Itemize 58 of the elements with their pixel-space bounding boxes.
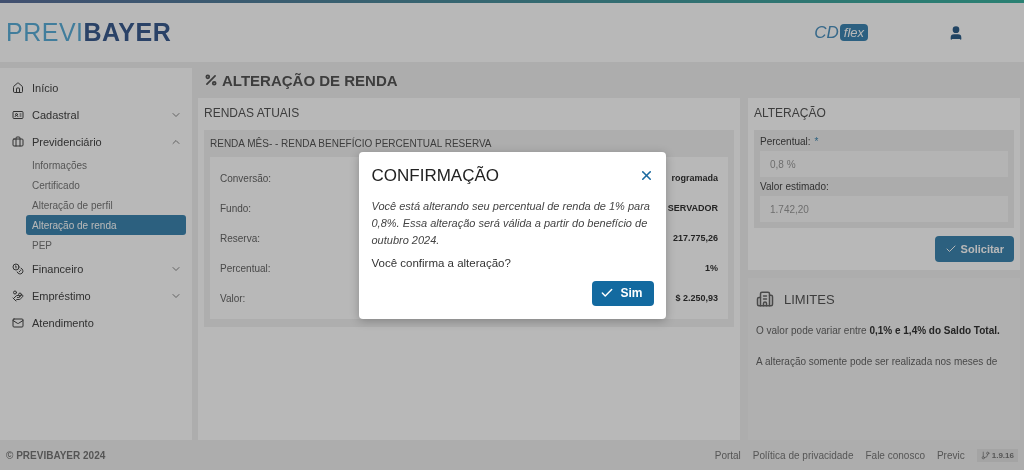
card-title: RENDAS ATUAIS bbox=[204, 106, 301, 120]
row-value: 1% bbox=[705, 263, 718, 273]
row-label: Conversão: bbox=[220, 172, 272, 184]
sidebar-subitem[interactable]: Informações bbox=[26, 155, 186, 175]
logo: PREVIBAYER bbox=[6, 18, 173, 47]
row-label: Percentual: bbox=[220, 262, 271, 274]
sidebar-subitem[interactable]: Certificado bbox=[26, 175, 186, 195]
sidebar-item[interactable]: Previdenciário bbox=[0, 128, 192, 155]
dialog-title: CONFIRMAÇÃO bbox=[371, 165, 499, 186]
version-badge: 1.9.16 bbox=[976, 448, 1018, 462]
sidebar-item[interactable]: Empréstimo bbox=[0, 282, 192, 309]
footer-link[interactable]: Fale conosco bbox=[865, 449, 925, 461]
field-label: Percentual: * bbox=[760, 136, 820, 147]
submit-button[interactable]: Solicitar bbox=[934, 236, 1014, 262]
card-title: LIMITES bbox=[784, 291, 835, 307]
section-title: RENDA MÊS- - RENDA BENEFÍCIO PERCENTUAL RESERVA bbox=[210, 138, 493, 149]
row-label: Reserva: bbox=[220, 232, 260, 244]
building-icon bbox=[756, 290, 774, 308]
row-label: Valor: bbox=[220, 292, 246, 304]
info-paragraph: A alteração somente pode ser realizada nos meses de bbox=[756, 355, 999, 369]
footer-link[interactable]: Previc bbox=[936, 449, 965, 461]
sidebar-item[interactable]: Início bbox=[0, 74, 192, 101]
mail-icon bbox=[12, 316, 24, 329]
row-value: SERVADOR bbox=[667, 203, 718, 213]
page-title: ALTERAÇÃO DE RENDA bbox=[222, 71, 398, 89]
footer-link[interactable]: Política de privacidade bbox=[752, 449, 854, 461]
sidebar-subitem[interactable]: Alteração de perfil bbox=[26, 195, 186, 215]
info-paragraph: O valor pode variar entre 0,1% e 1,4% do Saldo Total. bbox=[756, 324, 1001, 338]
hand-coins-icon bbox=[12, 289, 24, 302]
dialog-question: Você confirma a alteração? bbox=[371, 256, 512, 269]
required-mark: * bbox=[814, 136, 819, 147]
id-card-icon bbox=[12, 108, 24, 121]
row-value: $ 2.250,93 bbox=[675, 293, 718, 303]
field-label: Valor estimado: bbox=[760, 181, 830, 192]
copyright: © PREVIBAYER 2024 bbox=[6, 449, 107, 461]
percent-icon bbox=[204, 73, 218, 87]
row-value: rogramada bbox=[671, 173, 718, 183]
sidebar-subitem[interactable]: Alteração de renda bbox=[26, 215, 186, 235]
row-label: Fundo: bbox=[220, 202, 252, 214]
row-value: 217.775,26 bbox=[672, 233, 718, 243]
sidebar-subitem[interactable]: PEP bbox=[26, 235, 186, 255]
check-icon bbox=[600, 286, 615, 300]
card-title: ALTERAÇÃO bbox=[754, 106, 827, 120]
user-icon[interactable] bbox=[948, 24, 964, 41]
input-field[interactable]: 0,8 % bbox=[760, 151, 1008, 177]
check-icon bbox=[944, 243, 957, 255]
briefcase-icon bbox=[12, 135, 24, 148]
plan-label: CD bbox=[814, 22, 839, 43]
sidebar-item[interactable]: Atendimento bbox=[0, 309, 192, 336]
sidebar-item[interactable]: Financeiro bbox=[0, 255, 192, 282]
coins-icon bbox=[12, 262, 24, 275]
sidebar-item[interactable]: Cadastral bbox=[0, 101, 192, 128]
plan-badge: flex bbox=[839, 24, 868, 41]
footer-link[interactable]: Portal bbox=[714, 449, 741, 461]
home-icon bbox=[12, 81, 24, 94]
dialog-message: Você está alterando seu percentual de renda de 1% para 0,8%. Essa alteração será válida a partir do benefício de outubro 2024. bbox=[371, 198, 651, 248]
input-field[interactable]: 1.742,20 bbox=[760, 196, 1008, 222]
confirm-button[interactable]: Sim bbox=[592, 280, 654, 306]
